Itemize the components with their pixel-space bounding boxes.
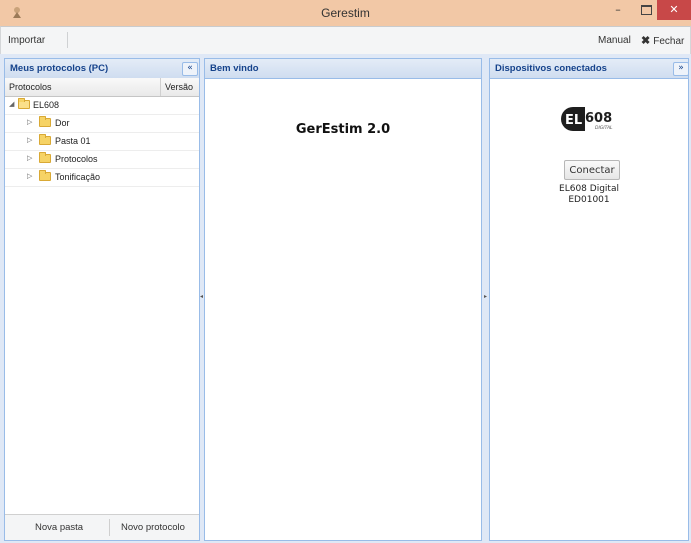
tree-label-root: EL608 xyxy=(33,100,60,110)
maximize-icon xyxy=(640,5,652,15)
devices-panel-title: Dispositivos conectados xyxy=(495,63,607,74)
close-icon: ✖ xyxy=(641,35,651,47)
tree-label: Pasta 01 xyxy=(55,136,91,146)
maximize-button[interactable] xyxy=(633,0,659,20)
protocols-panel-footer: Nova pasta Novo protocolo xyxy=(5,514,199,540)
connect-button[interactable]: Conectar xyxy=(564,160,620,180)
tree-row-root[interactable]: ◢ EL608 xyxy=(5,97,199,115)
folder-icon xyxy=(39,134,51,145)
welcome-panel: Bem vindo GerEstim 2.0 xyxy=(204,58,482,541)
minimize-button[interactable]: – xyxy=(605,0,631,20)
window-title: Gerestim xyxy=(321,6,370,20)
el608-logo-icon: EL 608 DIGITAL xyxy=(561,107,613,131)
folder-icon xyxy=(39,152,51,163)
toolbar: Importar Manual ✖ Fechar xyxy=(0,26,691,56)
toolbar-separator xyxy=(67,32,68,48)
folder-icon xyxy=(39,170,51,181)
import-button[interactable]: Importar xyxy=(8,35,45,46)
title-bar: Gerestim – ✕ xyxy=(0,0,691,26)
logo-number: 608 xyxy=(585,111,612,126)
welcome-panel-header: Bem vindo xyxy=(205,59,481,79)
collapse-left-panel-button[interactable]: « xyxy=(182,62,198,76)
protocols-grid-header: Protocolos Versão xyxy=(5,78,199,97)
svg-text:EL: EL xyxy=(565,113,582,128)
collapsed-arrow-icon[interactable]: ▷ xyxy=(27,154,32,162)
close-window-button[interactable]: ✕ xyxy=(657,0,691,20)
device-id: ED01001 xyxy=(568,195,610,205)
folder-icon xyxy=(39,116,51,127)
protocols-panel-title: Meus protocolos (PC) xyxy=(10,63,109,74)
tree-row[interactable]: ▷ Tonificação xyxy=(5,169,199,187)
tree-row[interactable]: ▷ Pasta 01 xyxy=(5,133,199,151)
devices-panel: Dispositivos conectados » EL 608 DIGITAL… xyxy=(489,58,689,541)
protocols-panel: Meus protocolos (PC) « Protocolos Versão… xyxy=(4,58,200,541)
expand-right-panel-button[interactable]: » xyxy=(673,62,689,76)
welcome-panel-title: Bem vindo xyxy=(210,63,259,74)
left-splitter-handle[interactable]: ◂ xyxy=(200,292,203,301)
tree-row[interactable]: ▷ Dor xyxy=(5,115,199,133)
right-splitter-handle[interactable]: ▸ xyxy=(484,292,487,301)
footer-separator xyxy=(109,519,110,536)
collapsed-arrow-icon[interactable]: ▷ xyxy=(27,172,32,180)
tree-row[interactable]: ▷ Protocolos xyxy=(5,151,199,169)
close-app-button[interactable]: ✖ Fechar xyxy=(641,34,684,47)
tree-label: Protocolos xyxy=(55,154,98,164)
folder-open-icon xyxy=(18,98,30,109)
new-folder-button[interactable]: Nova pasta xyxy=(35,522,83,533)
column-header-version[interactable]: Versão xyxy=(165,82,193,92)
close-app-label: Fechar xyxy=(653,36,685,47)
welcome-heading: GerEstim 2.0 xyxy=(295,122,391,137)
manual-button[interactable]: Manual xyxy=(598,35,631,46)
logo-sub: DIGITAL xyxy=(595,125,613,131)
expanded-arrow-icon[interactable]: ◢ xyxy=(9,100,14,108)
column-header-protocols[interactable]: Protocolos xyxy=(9,82,52,92)
tree-label: Tonificação xyxy=(55,172,101,182)
protocols-panel-header: Meus protocolos (PC) « xyxy=(5,59,199,79)
tree-label: Dor xyxy=(55,118,70,128)
collapsed-arrow-icon[interactable]: ▷ xyxy=(27,136,32,144)
devices-panel-header: Dispositivos conectados » xyxy=(490,59,689,79)
column-separator xyxy=(160,78,161,96)
device-name: EL608 Digital xyxy=(559,184,619,194)
new-protocol-button[interactable]: Novo protocolo xyxy=(121,522,185,533)
collapsed-arrow-icon[interactable]: ▷ xyxy=(27,118,32,126)
